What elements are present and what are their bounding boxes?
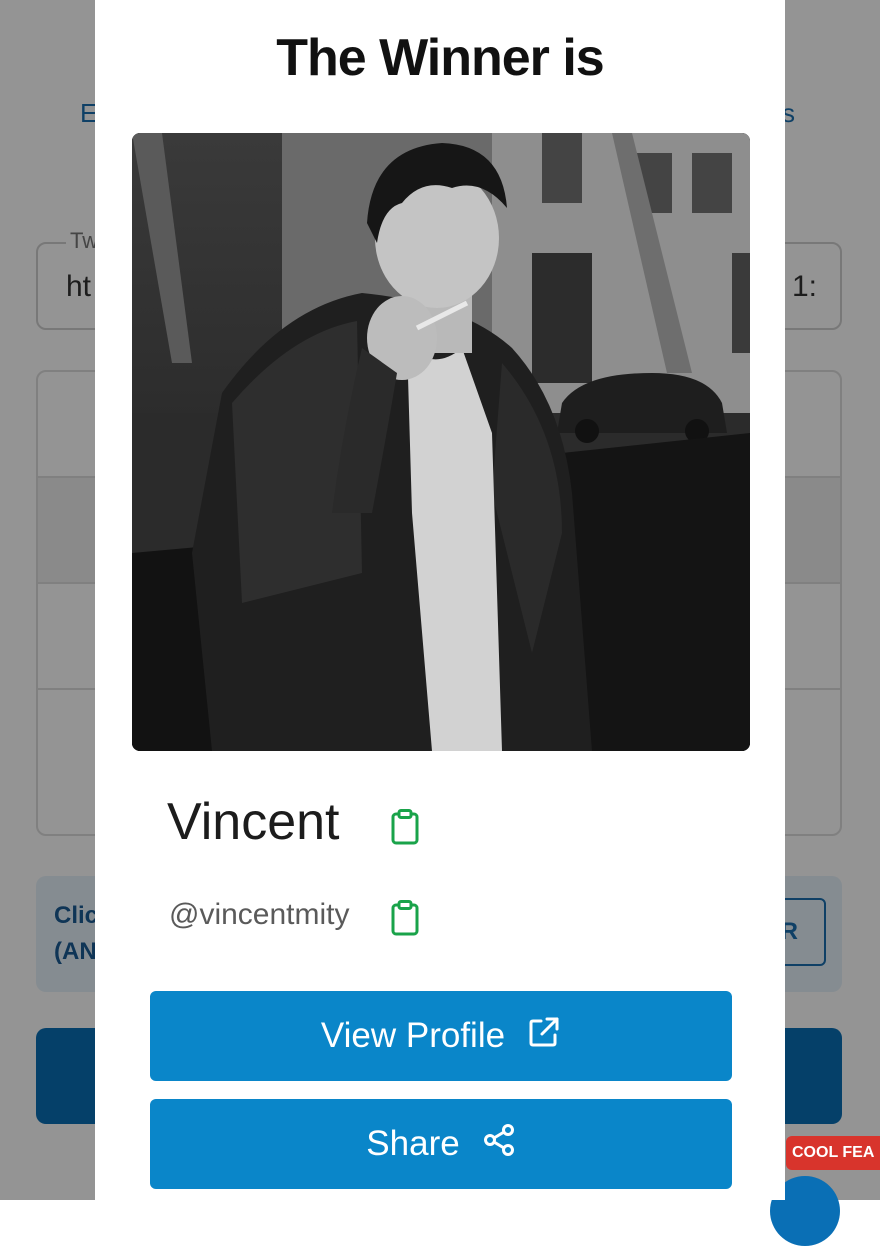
share-button[interactable]: Share [150,1099,732,1189]
cool-features-badge[interactable]: COOL FEA [786,1136,880,1170]
winner-modal: The Winner is Vincent @vincentmity View … [95,0,785,1200]
share-icon [482,1123,516,1166]
winner-name: Vincent [167,793,340,851]
modal-title: The Winner is [276,29,604,87]
winner-photo [132,133,750,751]
copy-handle-clipboard-icon[interactable] [390,900,420,936]
copy-name-clipboard-icon[interactable] [390,809,420,845]
view-profile-label: View Profile [320,1016,506,1055]
view-profile-button[interactable]: View Profile [150,991,732,1081]
share-label: Share [366,1124,460,1163]
external-link-icon [527,1015,561,1058]
winner-handle: @vincentmity [169,898,350,931]
